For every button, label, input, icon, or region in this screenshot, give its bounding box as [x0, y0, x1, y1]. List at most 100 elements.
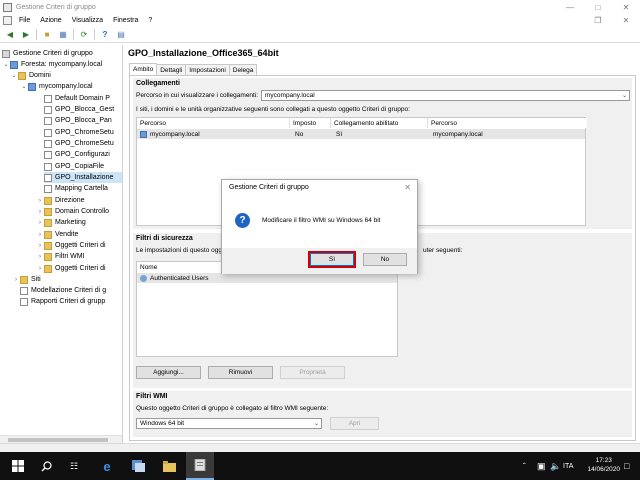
- tree-domains[interactable]: ⌄ Domini: [10, 70, 51, 81]
- file-explorer-icon[interactable]: [155, 452, 183, 480]
- back-arrow-icon[interactable]: ◀: [4, 29, 16, 41]
- links-location-combo[interactable]: mycompany.local ⌄: [261, 90, 630, 101]
- tree-item[interactable]: GPO_ChromeSetu: [44, 138, 114, 149]
- minimize-button[interactable]: —: [556, 0, 584, 14]
- gpm-icon: [2, 49, 10, 58]
- tree-item[interactable]: GPO_CopiaFile: [44, 161, 104, 172]
- tree-domain[interactable]: ⌄ mycompany.local: [20, 81, 93, 92]
- domain-icon: [28, 82, 36, 91]
- menu-visualizza[interactable]: Visualizza: [67, 17, 108, 24]
- chevron-down-icon[interactable]: ⌄: [314, 420, 319, 427]
- system-menu-icon[interactable]: [3, 15, 12, 25]
- tree-item[interactable]: GPO_Configurazi: [44, 149, 110, 160]
- expand-arrow-icon[interactable]: ›: [36, 198, 44, 204]
- tree-results[interactable]: Rapporti Criteri di grupp: [20, 296, 105, 307]
- tree-forest[interactable]: ⌄ Foresta: mycompany.local: [2, 59, 102, 70]
- tree-item[interactable]: GPO_Blocca_Gest: [44, 104, 114, 115]
- tree-item[interactable]: GPO_Blocca_Pan: [44, 115, 112, 126]
- tab-impostazioni[interactable]: Impostazioni: [185, 64, 230, 75]
- tree-domain-label: mycompany.local: [39, 83, 93, 90]
- tree-item[interactable]: Mapping Cartella: [44, 183, 108, 194]
- tray-chevron-icon[interactable]: ˆ: [523, 452, 526, 480]
- tree-item-selected[interactable]: GPO_Installazione: [44, 172, 122, 183]
- col-link-enabled[interactable]: Collegamento abilitato: [331, 118, 428, 128]
- tree-starter-gpo[interactable]: › Oggetti Criteri di: [36, 263, 106, 274]
- task-view-icon[interactable]: ☷: [60, 452, 88, 480]
- properties-icon[interactable]: ▤: [115, 29, 127, 41]
- open-wmi-button[interactable]: Apri: [330, 417, 379, 430]
- gpm-taskbar-icon[interactable]: [186, 452, 214, 480]
- tab-delega[interactable]: Delega: [228, 64, 258, 75]
- start-windows-icon[interactable]: [4, 452, 32, 480]
- link-path-cell: mycompany.local: [433, 130, 483, 138]
- expand-arrow-icon[interactable]: ›: [36, 266, 44, 272]
- input-language[interactable]: ITA: [563, 452, 573, 480]
- link-location-cell: mycompany.local: [137, 129, 290, 139]
- remove-button[interactable]: Rimuovi: [208, 366, 273, 379]
- ou-folder-icon: [44, 218, 52, 227]
- tree-horizontal-scrollbar[interactable]: [0, 435, 122, 443]
- expand-arrow-icon[interactable]: ›: [12, 277, 20, 283]
- tab-ambito[interactable]: Ambito: [129, 63, 158, 75]
- properties-button[interactable]: Proprietà: [280, 366, 345, 379]
- collapse-arrow-icon[interactable]: ⌄: [10, 72, 18, 79]
- yes-button[interactable]: Sì: [308, 251, 356, 268]
- col-enforced[interactable]: Imposto: [290, 118, 331, 128]
- domain-icon: [140, 130, 147, 138]
- confirm-dialog: Gestione Criteri di gruppo ✕ ? Modificar…: [221, 179, 418, 274]
- forward-arrow-icon[interactable]: ▶: [20, 29, 32, 41]
- show-hide-tree-icon[interactable]: ▦: [57, 29, 69, 41]
- tree-item[interactable]: GPO_ChromeSetu: [44, 127, 114, 138]
- close-window-button[interactable]: ✕: [612, 0, 640, 14]
- tree-sites[interactable]: › Siti: [12, 274, 41, 285]
- expand-arrow-icon[interactable]: ›: [36, 243, 44, 249]
- gpo-link-icon: [44, 139, 52, 148]
- collapse-arrow-icon[interactable]: ⌄: [20, 83, 28, 90]
- edge-browser-icon[interactable]: e: [93, 452, 121, 480]
- tree-wmi-filters[interactable]: › Filtri WMI: [36, 251, 85, 262]
- system-clock[interactable]: 17:23 14/06/2020: [587, 456, 620, 474]
- tree-ou[interactable]: › Domain Controllo: [36, 206, 109, 217]
- tree-root[interactable]: Gestione Criteri di gruppo: [2, 48, 93, 59]
- notifications-icon[interactable]: □: [624, 452, 629, 480]
- tree-ou[interactable]: › Vendite: [36, 229, 78, 240]
- tree-ou[interactable]: › Marketing: [36, 217, 86, 228]
- expand-arrow-icon[interactable]: ›: [36, 220, 44, 226]
- menu-file[interactable]: File: [14, 17, 35, 24]
- expand-arrow-icon[interactable]: ›: [36, 232, 44, 238]
- search-icon[interactable]: [32, 452, 60, 480]
- close-child-button[interactable]: ✕: [612, 14, 640, 26]
- col-location[interactable]: Percorso: [137, 118, 290, 128]
- tree-item-label: Domain Controllo: [55, 208, 110, 215]
- maximize-button[interactable]: □: [584, 0, 612, 14]
- restore-child-button[interactable]: ❐: [584, 14, 612, 26]
- dialog-close-icon[interactable]: ✕: [404, 183, 411, 192]
- no-button[interactable]: No: [363, 253, 407, 266]
- menu-azione[interactable]: Azione: [35, 17, 66, 24]
- refresh-icon[interactable]: ⟳: [78, 29, 90, 41]
- network-icon[interactable]: ▣: [537, 452, 546, 480]
- expand-arrow-icon[interactable]: ›: [36, 209, 44, 215]
- collapse-arrow-icon[interactable]: ⌄: [2, 61, 10, 68]
- tree-gpo-objects[interactable]: › Oggetti Criteri di: [36, 240, 106, 251]
- col-path[interactable]: Percorso: [428, 118, 587, 128]
- scrollbar-thumb[interactable]: [8, 438, 108, 442]
- tree-ou[interactable]: › Direzione: [36, 195, 85, 206]
- tree-item-label: GPO_Blocca_Pan: [55, 117, 112, 124]
- folder-up-icon[interactable]: ■: [41, 29, 53, 41]
- help-icon[interactable]: ?: [99, 29, 111, 41]
- add-button[interactable]: Aggiungi...: [136, 366, 201, 379]
- volume-icon[interactable]: 🔈: [550, 452, 561, 480]
- menu-finestra[interactable]: Finestra: [108, 17, 143, 24]
- wmi-filter-combo[interactable]: Windows 64 bit ⌄: [136, 418, 322, 429]
- tree-item[interactable]: Default Domain P: [44, 93, 110, 104]
- folder-icon: [18, 71, 26, 80]
- chevron-down-icon[interactable]: ⌄: [622, 92, 627, 99]
- menu-help[interactable]: ?: [143, 17, 157, 24]
- tree-modeling[interactable]: Modellazione Criteri di g: [20, 285, 106, 296]
- tree-domains-label: Domini: [29, 72, 51, 79]
- tree-item-label: Marketing: [55, 219, 86, 226]
- tab-dettagli[interactable]: Dettagli: [156, 64, 187, 75]
- server-manager-icon[interactable]: [124, 452, 152, 480]
- expand-arrow-icon[interactable]: ›: [36, 254, 44, 260]
